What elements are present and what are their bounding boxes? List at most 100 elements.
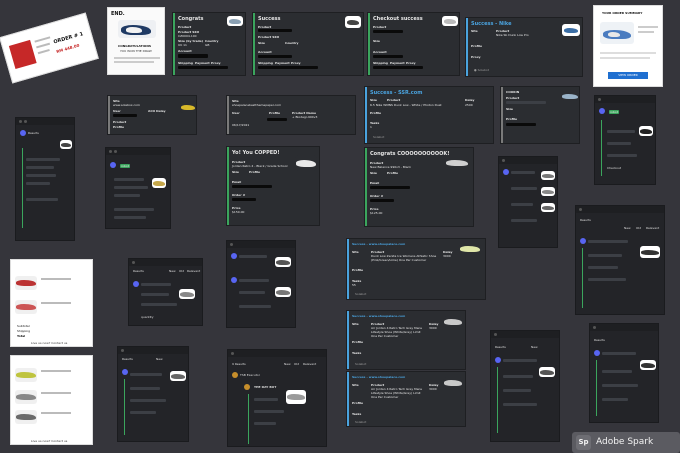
delay-value: 2500: [465, 103, 473, 107]
solebot-footer: Solebot: [373, 135, 385, 139]
solebot-footer: Solebot: [355, 362, 367, 366]
tab-new[interactable]: New: [169, 269, 176, 273]
discord-panel-8: Results New Old Relevant: [575, 205, 665, 315]
solebot-footer: Solebot: [355, 292, 367, 296]
discord-panel-9: Results New: [490, 330, 560, 442]
solebot-footer: Solebot: [355, 420, 367, 424]
user-label: User: [232, 111, 240, 115]
discord-panel-6: [498, 156, 558, 248]
shipping-label: Shipping: [17, 329, 31, 333]
discord-panel-10: Results: [589, 323, 659, 423]
delay-value: 3000: [429, 387, 437, 391]
profile-label: Profile: [352, 401, 364, 405]
checkout-label: Checkout: [607, 166, 622, 170]
shoe-thumb: [345, 16, 361, 28]
profile-label: Profile: [387, 171, 399, 175]
country-value: GB: [205, 43, 210, 47]
shoe-thumb: [561, 91, 579, 101]
tab-relevant[interactable]: Relevant: [646, 226, 659, 230]
discord-panel-2: robot: [105, 147, 171, 229]
end-email-card: END. CONGRATULATIONS YOU WON THE DRAW: [107, 7, 165, 75]
tab-relevant[interactable]: Relevant: [303, 362, 316, 366]
drop-title: THE DAY BOT: [254, 385, 277, 389]
account-label: Account: [373, 50, 387, 54]
size-label: Size: [373, 39, 380, 43]
site-card-2: Site shoepalacebestthemepaper.com User P…: [226, 95, 356, 135]
success-title: Success: [258, 16, 281, 22]
delay-label: Delay: [465, 98, 475, 102]
tab-old[interactable]: Old: [294, 362, 299, 366]
results-label: Results: [594, 338, 605, 342]
congrats-cook-card: Congrats COOOOOOOOOOK! Product New Balan…: [364, 147, 474, 227]
you-copped-card: Yo! You COPPED! Product Jordan Retro 4 -…: [226, 146, 320, 226]
tab-new[interactable]: New: [531, 345, 538, 349]
view-order-button[interactable]: VIEW ORDER: [608, 72, 648, 79]
shoe-image: [118, 20, 156, 38]
profile-label: Profile: [113, 125, 125, 129]
shoe-thumb: [227, 16, 243, 26]
search-results-title: 9 Results: [232, 362, 246, 366]
contact-text[interactable]: Live us now? Contact us: [31, 341, 67, 345]
product-label: Product: [113, 120, 127, 124]
sp2-title: Success - www.shoepalace.com: [352, 314, 406, 318]
delay-value: 3000: [429, 326, 437, 330]
profile-label: Profile: [370, 111, 382, 115]
user-label: User: [113, 109, 121, 113]
results-label: Results: [495, 345, 506, 349]
order-summary-title: YOUR ORDER SUMMARY: [602, 11, 643, 15]
bot-badge: robot: [609, 110, 619, 114]
contact-text[interactable]: Live us now? Contact us: [31, 439, 67, 443]
shoe-thumb: [442, 16, 458, 26]
tab-relevant[interactable]: Relevant: [187, 269, 200, 273]
size-label: Size: [258, 41, 265, 45]
country-label: Country: [285, 41, 299, 45]
shoe-thumb: [295, 155, 317, 171]
size-label: Size: [370, 171, 377, 175]
order-label: Order #: [370, 194, 384, 198]
shoe-thumb: [152, 178, 166, 188]
order-label: Order #: [232, 193, 246, 197]
you-copped-title: Yo! You COPPED!: [232, 150, 280, 156]
tab-new[interactable]: New: [284, 362, 291, 366]
price-value: $150.00: [232, 210, 245, 214]
shoe-thumb: [286, 390, 306, 404]
success-nike-card: Success - Nike Site Product Nike Sb Dunk…: [465, 17, 583, 77]
product-label: Product: [178, 25, 192, 29]
shoe-image: [15, 368, 37, 382]
success-ssr-card: Success - SSR.com Size Product Delay 6.5…: [364, 86, 494, 144]
adobe-spark-watermark: Sp Adobe Spark: [572, 432, 680, 453]
shoepalace-success-3: Success - www.shoepalace.com Site Produc…: [346, 371, 466, 427]
end-headline: CONGRATULATIONS: [118, 44, 151, 48]
site-label: Site: [352, 322, 359, 326]
tab-old[interactable]: Old: [179, 269, 184, 273]
adobe-spark-text: Adobe Spark: [596, 437, 654, 447]
shoe-image: [15, 276, 37, 290]
payment-label: Payment: [275, 61, 290, 65]
shoepalace-success-2: Success - www.shoepalace.com Site Produc…: [346, 310, 466, 370]
shoe-image: [600, 22, 634, 44]
shoe-image: [15, 300, 37, 314]
profile-label: Profile: [352, 340, 364, 344]
congrats-cook-title: Congrats COOOOOOOOOOK!: [370, 151, 450, 157]
shoe-thumb: [541, 203, 555, 212]
discord-panel-5: [226, 240, 296, 328]
bot-badge: robot: [120, 164, 130, 168]
price-value: $125.00: [370, 211, 383, 215]
tab-old[interactable]: Old: [636, 226, 641, 230]
shoe-thumb: [459, 243, 481, 255]
account-label: Account: [258, 50, 272, 54]
sp3-title: Success - www.shoepalace.com: [352, 375, 406, 379]
tab-new[interactable]: New: [156, 357, 163, 361]
shoe-thumb: [541, 187, 555, 196]
shoe-thumb: [539, 367, 555, 377]
receipt-price: RM 448.00: [55, 42, 80, 55]
tab-new[interactable]: New: [624, 226, 631, 230]
congrats-title: Congrats: [178, 16, 204, 22]
product-value: Nike Sb Dunk Low Pro: [496, 33, 529, 37]
site-value: www.solebox.com: [113, 103, 140, 107]
product-value: Jordan Retro 4 - Black / Grade School: [232, 164, 288, 168]
profile-label: Profile: [269, 111, 281, 115]
shoe-thumb: [541, 171, 555, 180]
ssr-title: Success - SSR.com: [370, 90, 423, 96]
payment-label: Payment: [390, 61, 405, 65]
